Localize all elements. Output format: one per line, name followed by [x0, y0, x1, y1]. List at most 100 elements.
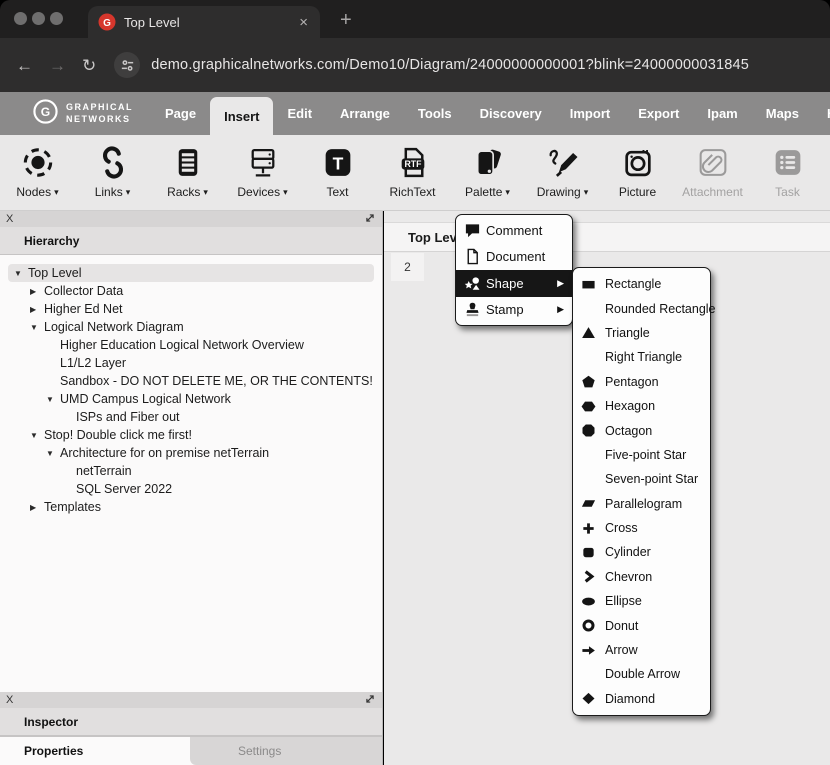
- site-favicon-icon: G: [98, 13, 116, 31]
- tree-collapsed-icon[interactable]: ▶: [30, 503, 44, 512]
- tree-expanded-icon[interactable]: ▼: [30, 431, 44, 440]
- tree-item-templates[interactable]: ▶Templates: [0, 498, 382, 516]
- inspector-resize-icon[interactable]: [364, 693, 376, 708]
- hierarchy-close-button[interactable]: X: [6, 213, 13, 225]
- shape-menu-item-rounded-rectangle[interactable]: Rounded Rectangle: [573, 296, 710, 320]
- menu-discovery[interactable]: Discovery: [466, 92, 556, 135]
- tool-picture[interactable]: Picture: [600, 135, 675, 210]
- tool-label-row: Palette▾: [465, 185, 510, 199]
- text-icon: T: [319, 144, 356, 180]
- shape-menu-item-triangle[interactable]: Triangle: [573, 321, 710, 345]
- shape-menu-item-five-point-star[interactable]: Five-point Star: [573, 443, 710, 467]
- tool-links[interactable]: Links▾: [75, 135, 150, 210]
- tree-item-l1-l2-layer[interactable]: ▼L1/L2 Layer: [0, 354, 382, 372]
- picture-icon: [619, 144, 656, 180]
- tool-label: Devices: [237, 185, 280, 199]
- menu-page[interactable]: Page: [151, 92, 210, 135]
- shape-menu-item-cross[interactable]: Cross: [573, 516, 710, 540]
- tool-nodes[interactable]: Nodes▾: [0, 135, 75, 210]
- window-close-button[interactable]: [14, 12, 27, 25]
- shape-menu-label: Diamond: [605, 692, 655, 706]
- tree-item-logical-network-diagram[interactable]: ▼Logical Network Diagram: [0, 318, 382, 336]
- diamond-icon: [581, 691, 605, 707]
- inspector-title: Inspector: [0, 708, 382, 736]
- url-text[interactable]: demo.graphicalnetworks.com/Demo10/Diagra…: [151, 57, 749, 73]
- tree-expanded-icon[interactable]: ▼: [14, 269, 28, 278]
- tool-drawing[interactable]: Drawing▾: [525, 135, 600, 210]
- shape-menu-label: Right Triangle: [605, 350, 682, 364]
- shape-menu-item-pentagon[interactable]: Pentagon: [573, 370, 710, 394]
- tool-racks[interactable]: Racks▾: [150, 135, 225, 210]
- tree-collapsed-icon[interactable]: ▶: [30, 305, 44, 314]
- tree-item-umd-campus-logical-network[interactable]: ▼UMD Campus Logical Network: [0, 390, 382, 408]
- shape-menu-item-seven-point-star[interactable]: Seven-point Star: [573, 467, 710, 491]
- tree-expanded-icon[interactable]: ▼: [46, 449, 60, 458]
- menu-insert[interactable]: Insert: [210, 97, 273, 135]
- tool-richtext[interactable]: RTFRichText: [375, 135, 450, 210]
- tree-item-sql-server-2022[interactable]: ▼SQL Server 2022: [0, 480, 382, 498]
- shape-menu-item-hexagon[interactable]: Hexagon: [573, 394, 710, 418]
- shape-menu-label: Triangle: [605, 326, 650, 340]
- hierarchy-resize-icon[interactable]: [364, 212, 376, 227]
- page-tab[interactable]: 2: [391, 253, 424, 281]
- shape-menu-item-chevron[interactable]: Chevron: [573, 565, 710, 589]
- tree-expanded-icon[interactable]: ▼: [30, 323, 44, 332]
- shape-menu-item-arrow[interactable]: Arrow: [573, 638, 710, 662]
- tool-palette[interactable]: Palette▾: [450, 135, 525, 210]
- menu-maps[interactable]: Maps: [752, 92, 813, 135]
- tree-item-collector-data[interactable]: ▶Collector Data: [0, 282, 382, 300]
- shape-menu-item-diamond[interactable]: Diamond: [573, 687, 710, 711]
- menu-ipam[interactable]: Ipam: [693, 92, 751, 135]
- context-menu-item-stamp[interactable]: Stamp▶: [456, 297, 572, 324]
- context-menu-item-document[interactable]: Document: [456, 244, 572, 271]
- menu-tools[interactable]: Tools: [404, 92, 466, 135]
- shape-menu-item-right-triangle[interactable]: Right Triangle: [573, 345, 710, 369]
- tree-item-label: Collector Data: [44, 284, 123, 298]
- submenu-arrow-icon: ▶: [557, 278, 564, 289]
- tree-expanded-icon[interactable]: ▼: [46, 395, 60, 404]
- inspector-tab-properties[interactable]: Properties: [0, 737, 190, 765]
- menu-arrange[interactable]: Arrange: [326, 92, 404, 135]
- shape-menu-item-donut[interactable]: Donut: [573, 613, 710, 637]
- tree-item-isps-and-fiber-out[interactable]: ▼ISPs and Fiber out: [0, 408, 382, 426]
- tab-close-button[interactable]: ×: [297, 13, 310, 32]
- document-icon: [464, 248, 486, 266]
- tree-item-higher-ed-net[interactable]: ▶Higher Ed Net: [0, 300, 382, 318]
- tool-label-row: Drawing▾: [537, 185, 589, 199]
- tree-item-stop-double-click-me-first[interactable]: ▼Stop! Double click me first!: [0, 426, 382, 444]
- menu-import[interactable]: Import: [556, 92, 624, 135]
- tree-item-higher-education-logical-network-overview[interactable]: ▼Higher Education Logical Network Overvi…: [0, 336, 382, 354]
- tool-devices[interactable]: Devices▾: [225, 135, 300, 210]
- tree-item-netterrain[interactable]: ▼netTerrain: [0, 462, 382, 480]
- tree-item-architecture-for-on-premise-netterrain[interactable]: ▼Architecture for on premise netTerrain: [0, 444, 382, 462]
- shape-menu-item-double-arrow[interactable]: Double Arrow: [573, 662, 710, 686]
- context-menu-item-comment[interactable]: Comment: [456, 217, 572, 244]
- tree-item-top-level[interactable]: ▼Top Level: [8, 264, 374, 282]
- reload-icon[interactable]: ↻: [82, 57, 96, 74]
- menu-export[interactable]: Export: [624, 92, 693, 135]
- shape-menu-item-rectangle[interactable]: Rectangle: [573, 272, 710, 296]
- tool-attachment: Attachment: [675, 135, 750, 210]
- menu-edit[interactable]: Edit: [273, 92, 326, 135]
- site-info-button[interactable]: [114, 52, 140, 78]
- tool-text[interactable]: TText: [300, 135, 375, 210]
- menu-help[interactable]: Help: [813, 92, 830, 135]
- back-icon[interactable]: ←: [16, 57, 33, 74]
- window-controls[interactable]: [14, 12, 63, 25]
- shape-menu-item-ellipse[interactable]: Ellipse: [573, 589, 710, 613]
- context-menu-item-shape[interactable]: Shape▶: [456, 270, 572, 297]
- new-tab-button[interactable]: +: [334, 8, 358, 32]
- shape-menu-label: Ellipse: [605, 594, 642, 608]
- inspector-close-button[interactable]: X: [6, 694, 13, 706]
- shape-menu-item-octagon[interactable]: Octagon: [573, 418, 710, 442]
- forward-icon[interactable]: →: [49, 57, 66, 74]
- inspector-tab-settings[interactable]: Settings: [190, 737, 382, 765]
- shape-menu-item-parallelogram[interactable]: Parallelogram: [573, 492, 710, 516]
- window-minimize-button[interactable]: [32, 12, 45, 25]
- window-zoom-button[interactable]: [50, 12, 63, 25]
- tree-item-label: UMD Campus Logical Network: [60, 392, 231, 406]
- browser-tab[interactable]: G Top Level ×: [88, 6, 320, 38]
- tree-collapsed-icon[interactable]: ▶: [30, 287, 44, 296]
- tree-item-sandbox-do-not-delete-me-or-the-contents[interactable]: ▼Sandbox - DO NOT DELETE ME, OR THE CONT…: [0, 372, 382, 390]
- shape-menu-item-cylinder[interactable]: Cylinder: [573, 540, 710, 564]
